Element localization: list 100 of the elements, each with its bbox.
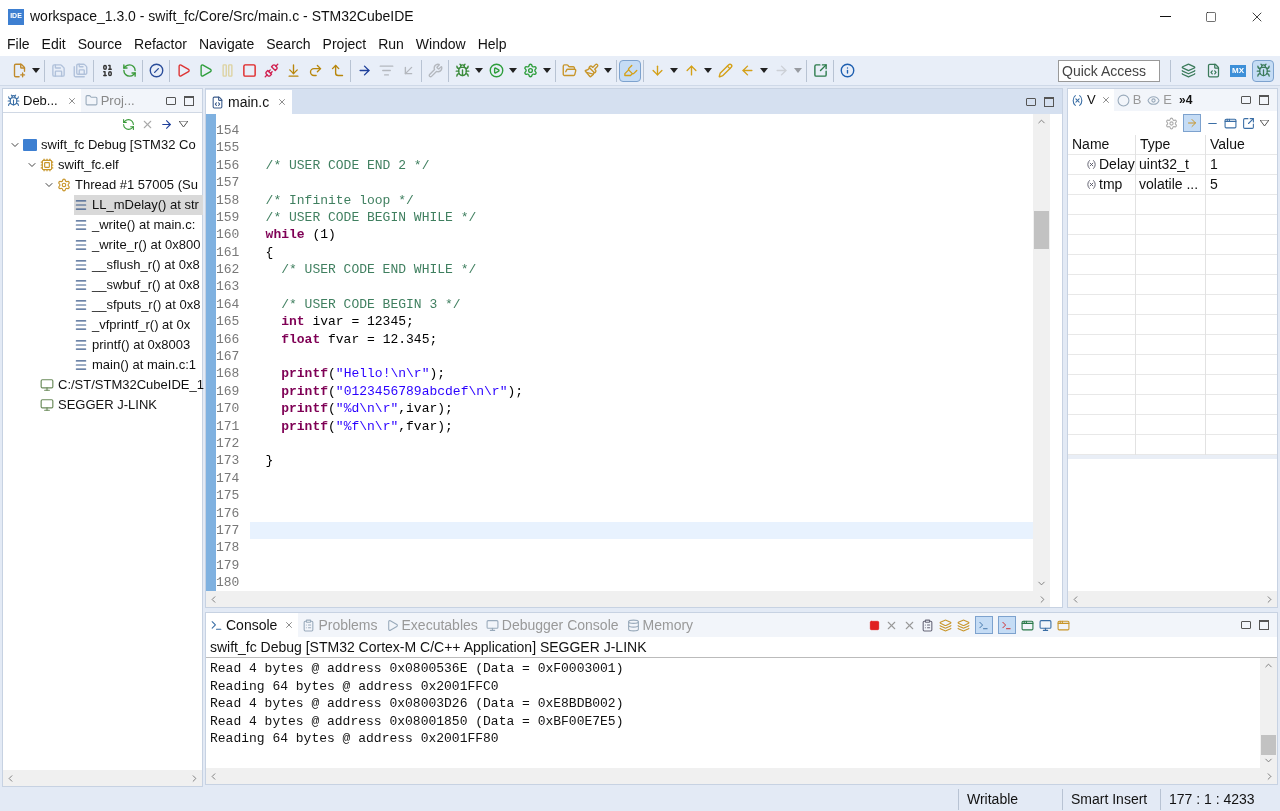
vertical-scrollbar[interactable]	[1260, 658, 1277, 768]
close-tab-icon[interactable]	[1100, 95, 1111, 105]
close-tab-icon[interactable]	[66, 95, 77, 106]
tree-item[interactable]: LL_mDelay() at str	[74, 195, 203, 215]
minimize-button[interactable]	[1026, 97, 1036, 106]
menu-item[interactable]: Edit	[35, 34, 72, 55]
code-line: while (1)	[264, 226, 337, 244]
tree-item[interactable]: _write() at main.c:	[74, 215, 200, 235]
maximize-button[interactable]	[1044, 96, 1054, 107]
close-tab-icon[interactable]	[277, 97, 288, 107]
line-number: 154	[216, 121, 241, 140]
menu-item[interactable]: File	[1, 34, 36, 55]
code-line: printf("%f\n\r",fvar);	[280, 417, 454, 436]
code-line: /* USER CODE END WHILE */	[280, 261, 478, 279]
editor-tab[interactable]: main.c	[206, 90, 293, 114]
column-header[interactable]: Type	[1136, 135, 1206, 154]
close-tab-icon[interactable]	[284, 620, 295, 630]
new-window-icon[interactable]	[1224, 116, 1237, 130]
debug-perspective-button[interactable]	[1252, 59, 1274, 82]
minimize-button[interactable]	[166, 96, 176, 105]
maximize-button[interactable]	[184, 95, 194, 106]
stack-frame-icon	[74, 218, 88, 232]
tree-item[interactable]: C:/ST/STM32CubeIDE_1	[40, 375, 208, 395]
horizontal-scrollbar[interactable]	[3, 770, 202, 786]
maximize-button[interactable]	[1259, 95, 1269, 105]
collapse-all-button[interactable]	[1183, 114, 1201, 132]
highlighter-button[interactable]	[619, 59, 641, 82]
stack-frame-icon	[74, 278, 88, 292]
next-annotation-icon	[649, 63, 665, 78]
c-perspective-icon	[1205, 63, 1221, 78]
view-menu-icon[interactable]	[1260, 120, 1269, 126]
minimize-button[interactable]	[1241, 621, 1251, 629]
tree-item[interactable]: __sflush_r() at 0x8	[74, 255, 204, 275]
display-console-icon[interactable]	[1038, 618, 1052, 632]
tree-item[interactable]: SEGGER J-LINK	[40, 395, 161, 415]
terminate-icon[interactable]	[868, 619, 880, 631]
console-icon	[978, 619, 990, 631]
tree-item[interactable]: swift_fc.elf	[40, 155, 123, 175]
console-line: Reading 64 bytes @ address 0x2001FFC0	[210, 677, 499, 695]
menu-item[interactable]: Search	[260, 34, 317, 55]
menu-item[interactable]: Window	[409, 34, 472, 55]
external-tools-icon	[427, 63, 443, 78]
caret-icon	[543, 68, 551, 73]
view-tab[interactable]: Console	[206, 613, 299, 637]
console-process-label: swift_fc Debug [STM32 Cortex-M C/C++ Application] SEGGER J-LINK	[209, 637, 648, 657]
stack-frame-icon	[74, 358, 88, 372]
terminate-icon	[241, 63, 257, 78]
horizontal-scrollbar[interactable]	[1068, 591, 1277, 607]
console-icon	[210, 618, 223, 632]
step-over-icon	[307, 63, 323, 78]
line-number: 172	[216, 435, 241, 453]
export-icon[interactable]	[1242, 116, 1255, 130]
menu-item[interactable]: Run	[372, 34, 410, 55]
tree-item[interactable]: _write_r() at 0x800	[74, 235, 205, 255]
table-cell-text: volatile ...	[1138, 175, 1200, 194]
line-number: 171	[216, 417, 241, 436]
more-tabs-button[interactable]: »4	[1175, 91, 1197, 109]
view-menu-icon[interactable]	[179, 121, 188, 127]
table-cell-text: uint32_t	[1138, 155, 1190, 174]
menu-item[interactable]: Project	[316, 34, 373, 55]
debug-icon	[454, 63, 470, 78]
tree-item[interactable]: swift_fc Debug [STM32 Co	[23, 135, 200, 155]
caret-icon	[794, 68, 802, 73]
menu-item[interactable]: Source	[71, 34, 129, 55]
problems-icon	[302, 618, 316, 632]
caret-icon	[475, 68, 483, 73]
maximize-icon	[1205, 10, 1217, 23]
minimize-button[interactable]	[1241, 96, 1251, 104]
tree-item[interactable]: __sfputs_r() at 0x8	[74, 295, 205, 315]
highlighter-icon	[622, 63, 638, 78]
column-header[interactable]: Name	[1068, 135, 1136, 154]
step-return-icon	[329, 63, 345, 78]
show-on-error-button[interactable]	[997, 616, 1016, 634]
type-names-icon[interactable]	[1165, 116, 1178, 130]
tree-item[interactable]: main() at main.c:1	[74, 355, 201, 375]
relaunch-icon[interactable]	[122, 117, 135, 131]
menu-item[interactable]: Refactor	[128, 34, 193, 55]
view-tab[interactable]: V	[1068, 89, 1114, 111]
horizontal-scrollbar[interactable]	[206, 591, 1050, 607]
menu-item[interactable]: Navigate	[192, 34, 261, 55]
horizontal-scrollbar[interactable]	[206, 768, 1277, 784]
column-header[interactable]: Value	[1206, 135, 1277, 154]
quick-access-field[interactable]: Quick Access	[1058, 59, 1160, 82]
show-on-output-button[interactable]	[974, 616, 993, 634]
menu-item[interactable]: Help	[471, 34, 513, 55]
tree-item[interactable]: Thread #1 57005 (Su	[57, 175, 202, 195]
line-number: 156	[216, 156, 241, 175]
vertical-scrollbar[interactable]	[1033, 114, 1050, 591]
line-number: 161	[216, 243, 241, 262]
tree-item[interactable]: __swbuf_r() at 0x8	[74, 275, 204, 295]
instruction-step-icon[interactable]	[160, 117, 173, 131]
scroll-thumb[interactable]	[1034, 211, 1049, 250]
scroll-thumb[interactable]	[1261, 735, 1276, 755]
debug-icon	[7, 94, 20, 107]
view-tab[interactable]: Deb...	[3, 89, 81, 112]
tree-item[interactable]: _vfprintf_r() at 0x	[74, 315, 195, 335]
tree-item[interactable]: printf() at 0x8003	[74, 335, 195, 355]
brush-icon	[583, 63, 599, 78]
previous-annotation-icon	[683, 63, 699, 78]
maximize-button[interactable]	[1259, 620, 1269, 630]
